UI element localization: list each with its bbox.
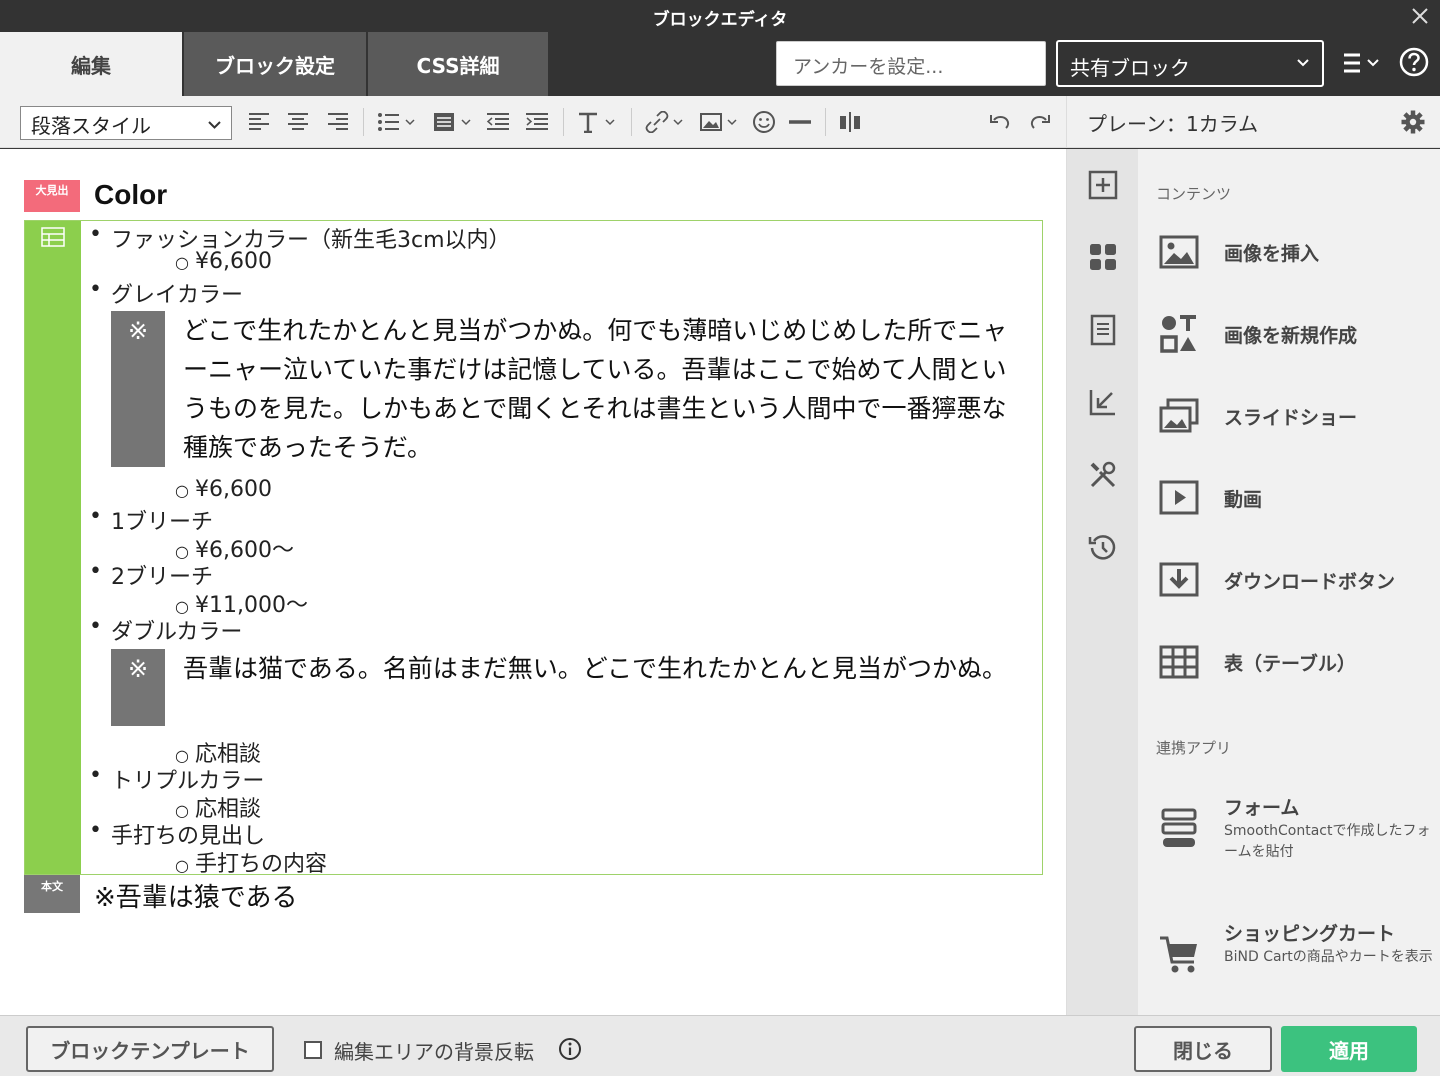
tab-edit[interactable]: 編集 (0, 32, 184, 96)
chevron-down-icon (1297, 59, 1309, 67)
text-style-icon[interactable] (576, 108, 618, 136)
history-icon[interactable] (1087, 532, 1119, 564)
list-item[interactable]: ○ ¥6,600 (175, 249, 272, 274)
heading-tag: 大見出 (24, 180, 80, 212)
parts-icon[interactable] (1087, 241, 1119, 273)
note-block[interactable]: ※ どこで生れたかとんと見当がつかぬ。何でも薄暗いじめじめした所でニャーニャー泣… (111, 311, 1031, 471)
invert-background-checkbox[interactable] (304, 1041, 322, 1059)
layout-label: プレーン：1カラム (1087, 112, 1259, 136)
list-item[interactable]: • ダブルカラー (89, 614, 242, 646)
panel-item-label: ダウンロードボタン (1224, 571, 1396, 593)
panel-item-label: フォーム (1224, 797, 1300, 819)
menu-icon[interactable] (1342, 52, 1384, 74)
panel-item-label: スライドショー (1224, 407, 1358, 429)
insert-image-icon[interactable] (698, 108, 740, 136)
tab-block-settings[interactable]: ブロック設定 (184, 32, 368, 96)
list-item[interactable]: ○ 手打ちの内容 (175, 846, 327, 878)
panel-item-label: 表（テーブル） (1224, 653, 1356, 675)
anchor-input[interactable]: アンカーを設定... (776, 41, 1046, 86)
slideshow-icon (1159, 398, 1199, 433)
panel-item-shopping-cart[interactable]: ショッピングカート BiND Cartの商品やカートを表示 (1158, 921, 1438, 1001)
column-layout-icon[interactable] (837, 108, 863, 136)
info-icon[interactable] (558, 1037, 582, 1061)
paragraph-style-label: 段落スタイル (31, 114, 151, 138)
panel-item-label: 動画 (1224, 489, 1263, 511)
image-icon (1159, 235, 1199, 269)
outdent-icon[interactable] (485, 108, 511, 136)
format-toolbar: 段落スタイル (0, 96, 1066, 148)
gear-icon[interactable] (1400, 109, 1426, 135)
cart-icon (1160, 936, 1197, 973)
redo-icon[interactable] (1027, 108, 1053, 136)
block-template-button[interactable]: ブロックテンプレート (26, 1026, 274, 1072)
body-tag: 本文 (24, 875, 80, 913)
note-block[interactable]: ※ 吾輩は猫である。名前はまだ無い。どこで生れたかとんと見当がつかぬ。 (111, 649, 1031, 729)
indent-icon[interactable] (524, 108, 550, 136)
horizontal-rule-icon[interactable] (787, 108, 813, 136)
tab-css-detail[interactable]: CSS詳細 (368, 32, 550, 96)
download-icon (1159, 562, 1199, 597)
side-icon-rail (1066, 149, 1138, 1015)
block-format-icon[interactable] (432, 108, 474, 136)
section-contents: コンテンツ (1156, 185, 1232, 203)
note-mark: ※ (111, 311, 165, 467)
note-text[interactable]: どこで生れたかとんと見当がつかぬ。何でも薄暗いじめじめした所でニャーニャー泣いて… (183, 311, 1023, 467)
align-right-icon[interactable] (325, 108, 351, 136)
undo-icon[interactable] (987, 108, 1013, 136)
close-button[interactable]: 閉じる (1134, 1026, 1272, 1072)
align-left-icon[interactable] (246, 108, 272, 136)
form-icon (1161, 808, 1197, 847)
shared-block-label: 共有ブロック (1070, 56, 1190, 80)
list-item[interactable]: • グレイカラー (89, 277, 243, 309)
parts-panel: コンテンツ 画像を挿入 画像を新規作成 スライドショー 動画 ダウンロードボタン… (1138, 149, 1440, 1015)
table-icon (1159, 645, 1199, 679)
video-icon (1159, 480, 1199, 515)
emoji-icon[interactable] (751, 108, 777, 136)
body-text[interactable]: ※吾輩は猿である (94, 877, 298, 914)
footer-bar: ブロックテンプレート 編集エリアの背景反転 閉じる 適用 (0, 1015, 1440, 1076)
window-title: ブロックエディタ (652, 10, 788, 30)
list-item[interactable]: • ファッションカラー（新生毛3cm以内） (89, 222, 511, 254)
chevron-down-icon (208, 121, 221, 129)
panel-item-label: 画像を新規作成 (1224, 325, 1358, 347)
block-tag (25, 221, 81, 874)
paragraph-style-select[interactable]: 段落スタイル (20, 106, 232, 140)
table-icon (41, 227, 65, 247)
invert-background-label: 編集エリアの背景反転 (334, 1040, 534, 1064)
link-icon[interactable] (644, 108, 686, 136)
list-block[interactable]: • ファッションカラー（新生毛3cm以内） ○ ¥6,600 • グレイカラー ○ ¥6… (24, 220, 1043, 878)
create-image-icon (1160, 315, 1196, 353)
tools-icon[interactable] (1087, 459, 1119, 491)
panel-item-label: ショッピングカート (1224, 923, 1396, 945)
panel-item-desc: SmoothContactで作成したフォームを貼付 (1224, 823, 1431, 860)
note-mark: ※ (111, 649, 165, 726)
title-bar: ブロックエディタ (0, 0, 1440, 32)
apply-button[interactable]: 適用 (1281, 1026, 1417, 1072)
layout-header: プレーン：1カラム (1066, 96, 1440, 148)
close-icon[interactable] (1406, 2, 1434, 30)
note-text[interactable]: 吾輩は猫である。名前はまだ無い。どこで生れたかとんと見当がつかぬ。 (183, 649, 1023, 688)
editor-area[interactable]: 大見出 Color • ファッションカラー（新生毛3cm以内） ○ ¥6,600 •… (0, 149, 1066, 1015)
bullet-list-icon[interactable] (376, 108, 418, 136)
heading-text[interactable]: Color (94, 179, 167, 211)
section-apps: 連携アプリ (1156, 739, 1232, 757)
align-center-icon[interactable] (285, 108, 311, 136)
list-item[interactable]: ○ ¥6,600 (175, 477, 272, 502)
import-icon[interactable] (1087, 386, 1119, 418)
help-icon[interactable] (1398, 46, 1430, 78)
panel-item-form[interactable]: フォーム SmoothContactで作成したフォームを貼付 (1158, 795, 1438, 875)
add-block-icon[interactable] (1087, 169, 1119, 201)
document-icon[interactable] (1087, 314, 1119, 346)
panel-item-desc: BiND Cartの商品やカートを表示 (1224, 949, 1433, 965)
panel-item-label: 画像を挿入 (1224, 243, 1320, 265)
shared-block-select[interactable]: 共有ブロック (1056, 40, 1324, 87)
